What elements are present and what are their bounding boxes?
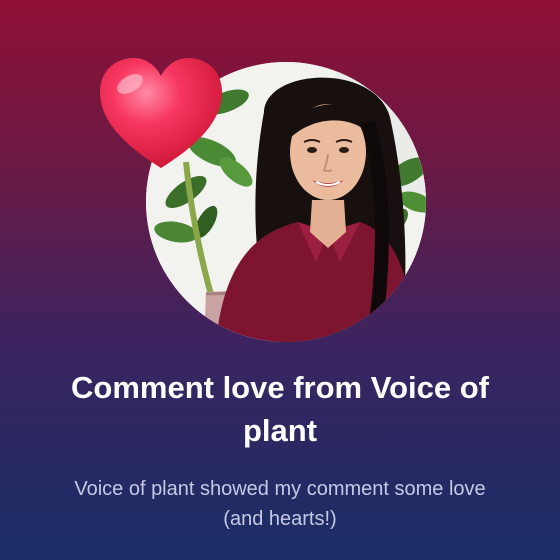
notification-title: Comment love from Voice of plant bbox=[71, 370, 489, 448]
comment-love-card: Comment love from Voice of plant Voice o… bbox=[0, 0, 560, 560]
heart-icon bbox=[100, 58, 222, 168]
notification-subtitle: Voice of plant showed my comment some lo… bbox=[74, 478, 486, 530]
